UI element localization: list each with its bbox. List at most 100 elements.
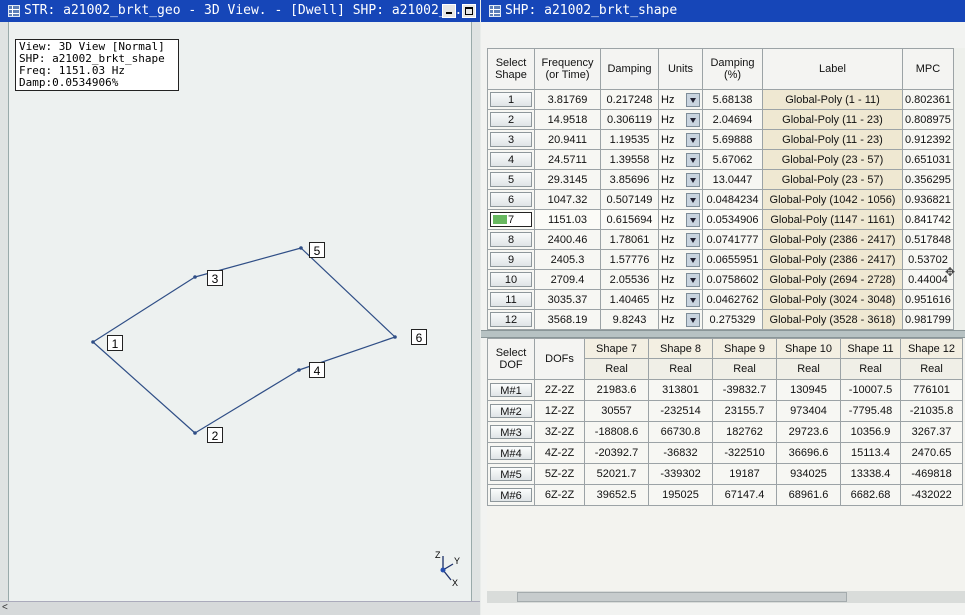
shape-value-cell[interactable]: 130945 xyxy=(776,379,841,401)
shape-value-cell[interactable]: 13338.4 xyxy=(840,463,901,485)
shape-value-cell[interactable]: -339302 xyxy=(648,463,713,485)
damping-percent-cell[interactable]: 5.68138 xyxy=(702,89,763,110)
damping-percent-cell[interactable]: 0.0534906 xyxy=(702,209,763,230)
units-dropdown-icon[interactable] xyxy=(686,132,700,147)
units-cell[interactable]: Hz xyxy=(658,229,703,250)
shape-value-cell[interactable]: 29723.6 xyxy=(776,421,841,443)
shape-value-cell[interactable]: 52021.7 xyxy=(584,463,649,485)
dof-row[interactable]: M#3 3Z-2Z -18808.6 66730.8 182762 29723.6 1035… xyxy=(487,421,963,443)
units-cell[interactable]: Hz xyxy=(658,129,703,150)
damping-cell[interactable]: 0.507149 xyxy=(600,189,659,210)
label-cell[interactable]: Global-Poly (1 - 11) xyxy=(762,89,903,110)
select-shape-button[interactable]: 11 xyxy=(490,292,532,307)
table-horizontal-scrollbar[interactable] xyxy=(487,591,965,603)
shape-row[interactable]: 6 1047.32 0.507149 Hz 0.0484234 Global-Poly (… xyxy=(487,189,954,210)
damping-cell[interactable]: 0.306119 xyxy=(600,109,659,130)
col-dofs[interactable]: DOFs xyxy=(534,338,585,380)
units-dropdown-icon[interactable] xyxy=(686,272,700,287)
shape-value-cell[interactable]: -39832.7 xyxy=(712,379,777,401)
units-dropdown-icon[interactable] xyxy=(686,312,700,327)
shape-row[interactable]: 2 14.9518 0.306119 Hz 2.04694 Global-Poly (11… xyxy=(487,109,954,130)
shape-row[interactable]: 8 2400.46 1.78061 Hz 0.0741777 Global-Poly (2… xyxy=(487,229,954,250)
units-cell[interactable]: Hz xyxy=(658,269,703,290)
select-shape-button[interactable]: 5 xyxy=(490,172,532,187)
shape-value-cell[interactable]: 30557 xyxy=(584,400,649,422)
pane-splitter[interactable] xyxy=(481,330,965,338)
units-dropdown-icon[interactable] xyxy=(686,92,700,107)
shape-row[interactable]: 11 3035.37 1.40465 Hz 0.0462762 Global-Poly (… xyxy=(487,289,954,310)
select-dof-button[interactable]: M#5 xyxy=(490,467,532,481)
damping-cell[interactable]: 0.217248 xyxy=(600,89,659,110)
select-shape-button[interactable]: 2 xyxy=(490,112,532,127)
col-damping-percent[interactable]: Damping (%) xyxy=(702,48,763,90)
shape-value-cell[interactable]: -469818 xyxy=(900,463,963,485)
label-cell[interactable]: Global-Poly (11 - 23) xyxy=(762,109,903,130)
select-shape-button[interactable]: 8 xyxy=(490,232,532,247)
damping-percent-cell[interactable]: 0.0758602 xyxy=(702,269,763,290)
shape-value-cell[interactable]: 313801 xyxy=(648,379,713,401)
col-shape-7[interactable]: Shape 7 xyxy=(584,338,649,359)
shape-table-titlebar[interactable]: SHP: a21002_brkt_shape xyxy=(481,0,965,22)
shape-value-cell[interactable]: -232514 xyxy=(648,400,713,422)
col-shape-9[interactable]: Shape 9 xyxy=(712,338,777,359)
shape-value-cell[interactable]: -432022 xyxy=(900,484,963,506)
units-cell[interactable]: Hz xyxy=(658,289,703,310)
frequency-cell[interactable]: 2405.3 xyxy=(534,249,601,270)
units-cell[interactable]: Hz xyxy=(658,309,703,330)
shape-row[interactable]: 1 3.81769 0.217248 Hz 5.68138 Global-Poly (1 … xyxy=(487,89,954,110)
col-damping[interactable]: Damping xyxy=(600,48,659,90)
frequency-cell[interactable]: 14.9518 xyxy=(534,109,601,130)
units-dropdown-icon[interactable] xyxy=(686,192,700,207)
units-dropdown-icon[interactable] xyxy=(686,112,700,127)
3d-view-canvas[interactable]: View: 3D View [Normal] SHP: a21002_brkt_… xyxy=(8,22,472,602)
damping-cell[interactable]: 3.85696 xyxy=(600,169,659,190)
shape-value-cell[interactable]: -36832 xyxy=(648,442,713,464)
col-select-dof[interactable]: Select DOF xyxy=(487,338,535,380)
scrollbar-thumb[interactable] xyxy=(517,592,847,602)
frequency-cell[interactable]: 3035.37 xyxy=(534,289,601,310)
units-dropdown-icon[interactable] xyxy=(686,152,700,167)
units-cell[interactable]: Hz xyxy=(658,169,703,190)
select-shape-button[interactable]: 12 xyxy=(490,312,532,327)
shape-value-cell[interactable]: 195025 xyxy=(648,484,713,506)
minimize-button[interactable] xyxy=(442,4,456,18)
dof-row[interactable]: M#2 1Z-2Z 30557 -232514 23155.7 973404 -7795.4… xyxy=(487,400,963,422)
shape-value-cell[interactable]: 67147.4 xyxy=(712,484,777,506)
col-frequency[interactable]: Frequency (or Time) xyxy=(534,48,601,90)
damping-percent-cell[interactable]: 5.67062 xyxy=(702,149,763,170)
frequency-cell[interactable]: 20.9411 xyxy=(534,129,601,150)
damping-percent-cell[interactable]: 0.0655951 xyxy=(702,249,763,270)
label-cell[interactable]: Global-Poly (2386 - 2417) xyxy=(762,229,903,250)
shape-value-cell[interactable]: 66730.8 xyxy=(648,421,713,443)
units-dropdown-icon[interactable] xyxy=(686,232,700,247)
shape-value-cell[interactable]: 68961.6 xyxy=(776,484,841,506)
select-dof-button[interactable]: M#4 xyxy=(490,446,532,460)
damping-cell[interactable]: 1.40465 xyxy=(600,289,659,310)
shape-row[interactable]: 3 20.9411 1.19535 Hz 5.69888 Global-Poly (11 … xyxy=(487,129,954,150)
select-shape-button[interactable]: 3 xyxy=(490,132,532,147)
units-cell[interactable]: Hz xyxy=(658,209,703,230)
dof-row[interactable]: M#6 6Z-2Z 39652.5 195025 67147.4 68961.6 6682.… xyxy=(487,484,963,506)
damping-cell[interactable]: 2.05536 xyxy=(600,269,659,290)
frequency-cell[interactable]: 24.5711 xyxy=(534,149,601,170)
col-shape-8[interactable]: Shape 8 xyxy=(648,338,713,359)
col-shape-11[interactable]: Shape 11 xyxy=(840,338,901,359)
shape-value-cell[interactable]: 3267.37 xyxy=(900,421,963,443)
structure-view-titlebar[interactable]: STR: a21002_brkt_geo - 3D View. - [Dwell… xyxy=(0,0,480,22)
damping-percent-cell[interactable]: 0.0462762 xyxy=(702,289,763,310)
units-dropdown-icon[interactable] xyxy=(686,212,700,227)
shape-value-cell[interactable]: 21983.6 xyxy=(584,379,649,401)
damping-percent-cell[interactable]: 0.275329 xyxy=(702,309,763,330)
units-cell[interactable]: Hz xyxy=(658,109,703,130)
damping-percent-cell[interactable]: 13.0447 xyxy=(702,169,763,190)
label-cell[interactable]: Global-Poly (1042 - 1056) xyxy=(762,189,903,210)
shape-value-cell[interactable]: -7795.48 xyxy=(840,400,901,422)
shape-row[interactable]: 5 29.3145 3.85696 Hz 13.0447 Global-Poly (23 … xyxy=(487,169,954,190)
select-dof-button[interactable]: M#2 xyxy=(490,404,532,418)
units-cell[interactable]: Hz xyxy=(658,249,703,270)
shape-value-cell[interactable]: 776101 xyxy=(900,379,963,401)
select-dof-button[interactable]: M#3 xyxy=(490,425,532,439)
damping-cell[interactable]: 9.8243 xyxy=(600,309,659,330)
damping-cell[interactable]: 1.57776 xyxy=(600,249,659,270)
units-dropdown-icon[interactable] xyxy=(686,252,700,267)
